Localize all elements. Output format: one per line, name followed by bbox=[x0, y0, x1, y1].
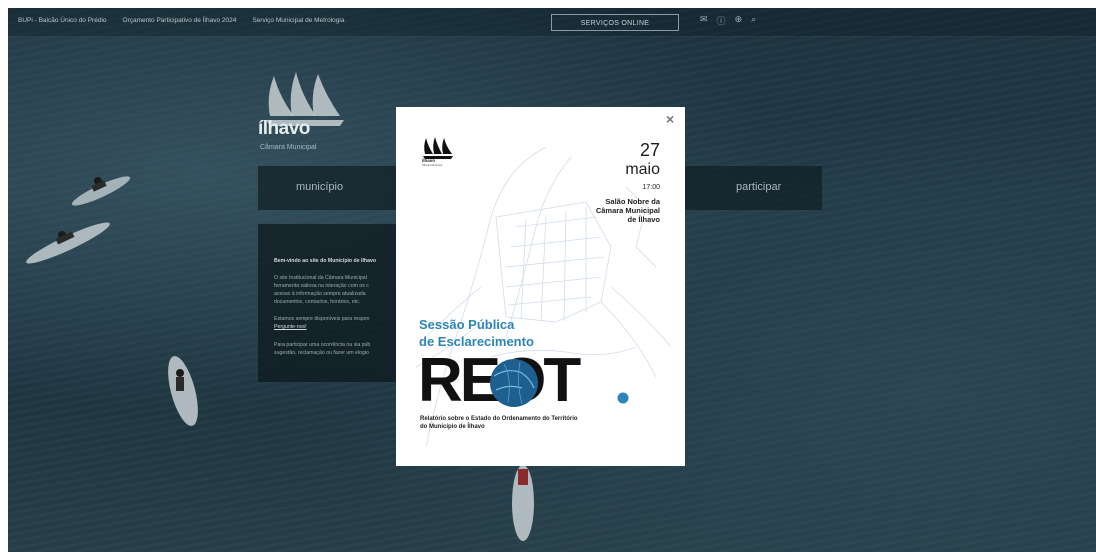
logo-subtitle: Câmara Municipal bbox=[260, 144, 317, 151]
top-links: BUPi - Balcão Único do Prédio Orçamento … bbox=[18, 17, 344, 24]
paddleboard-image bbox=[512, 465, 534, 541]
welcome-line: O site Institucional da Câmara Municipal bbox=[274, 275, 367, 281]
welcome-line: documentos, contactos, horários, etc. bbox=[274, 299, 361, 305]
session-title-line1: Sessão Pública bbox=[419, 317, 515, 332]
pergunte-nos-link[interactable]: Pergunte-nos! bbox=[274, 324, 398, 332]
info-icon[interactable]: ⓘ bbox=[717, 14, 726, 27]
top-icons: ✉ ⓘ ⊕ ⌕ bbox=[700, 14, 756, 27]
search-icon[interactable]: ⌕ bbox=[751, 14, 756, 27]
mail-icon[interactable]: ✉ bbox=[700, 14, 708, 27]
nav-item-participar[interactable]: participar bbox=[736, 181, 781, 193]
announcement-modal: × ílhavo Câmara Municipal 27 maio 17:00 … bbox=[396, 107, 685, 466]
event-day: 27 bbox=[639, 140, 660, 160]
welcome-line: sugestão, reclamação ou fazer um elogio bbox=[274, 350, 369, 356]
poster-logo-subtitle: Câmara Municipal bbox=[422, 164, 443, 167]
reot-blue-dot bbox=[617, 392, 629, 404]
welcome-title: Bem-vindo ao site do Município de Ílhavo bbox=[274, 258, 377, 264]
background-photo: BUPi - Balcão Único do Prédio Orçamento … bbox=[8, 8, 1096, 552]
event-month: maio bbox=[625, 161, 660, 178]
welcome-line: ferramenta valiosa na interação com os c bbox=[274, 283, 369, 289]
nav-item-municipio[interactable]: município bbox=[296, 181, 343, 193]
event-time: 17:00 bbox=[642, 184, 660, 191]
close-modal-button[interactable]: × bbox=[666, 111, 674, 127]
paddleboard-image bbox=[168, 356, 198, 426]
top-bar: BUPi - Balcão Único do Prédio Orçamento … bbox=[8, 8, 1096, 37]
venue-line: de Ílhavo bbox=[627, 215, 660, 224]
poster-logo-word: ílhavo bbox=[422, 158, 436, 163]
paddleboard-image bbox=[71, 176, 131, 206]
ilhavo-sails-logo[interactable] bbox=[260, 48, 350, 158]
venue-line: Salão Nobre da bbox=[605, 197, 660, 206]
event-venue: Salão Nobre da Câmara Municipal de Ílhav… bbox=[596, 197, 660, 224]
reot-globe-graphic bbox=[490, 359, 538, 407]
venue-line: Câmara Municipal bbox=[595, 206, 660, 215]
report-title-line2: do Município de Ílhavo bbox=[420, 424, 485, 430]
top-link-metrologia[interactable]: Serviço Municipal de Metrologia bbox=[252, 17, 344, 24]
paddleboard-image bbox=[26, 222, 110, 264]
logo-word: ílhavo bbox=[258, 118, 310, 139]
welcome-line: Para participar uma ocorrência na via pú… bbox=[274, 342, 371, 348]
welcome-panel: Bem-vindo ao site do Município de Ílhavo… bbox=[258, 224, 398, 382]
top-link-orcamento[interactable]: Orçamento Participativo de Ílhavo 2024 bbox=[123, 17, 237, 24]
welcome-line: Estamos sempre disponíveis para respon bbox=[274, 316, 370, 322]
globe-icon[interactable]: ⊕ bbox=[735, 14, 743, 27]
servicos-online-button[interactable]: SERVIÇOS ONLINE bbox=[551, 14, 679, 31]
welcome-line: acesso à informação sempre atualizada bbox=[274, 291, 366, 297]
report-title-line1: Relatório sobre o Estado do Ordenamento … bbox=[420, 416, 578, 422]
top-link-bupi[interactable]: BUPi - Balcão Único do Prédio bbox=[18, 17, 107, 24]
